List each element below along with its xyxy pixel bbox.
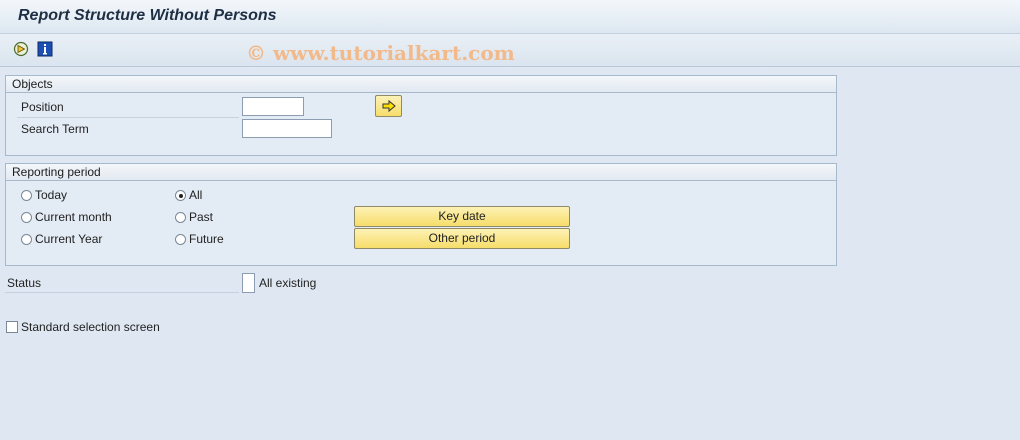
- radio-selected-dot: [178, 193, 183, 198]
- search-term-label: Search Term: [21, 122, 89, 136]
- label-underline: [5, 292, 239, 293]
- radio-all-label: All: [189, 188, 203, 202]
- position-label: Position: [21, 100, 64, 114]
- info-icon[interactable]: [37, 41, 53, 57]
- radio-future[interactable]: [175, 234, 186, 245]
- key-date-button[interactable]: Key date: [354, 206, 570, 227]
- radio-current-year[interactable]: [21, 234, 32, 245]
- radio-current-month-label: Current month: [35, 210, 112, 224]
- title-bar: Report Structure Without Persons: [0, 0, 1020, 34]
- radio-past[interactable]: [175, 212, 186, 223]
- radio-current-year-label: Current Year: [35, 232, 103, 246]
- standard-selection-checkbox[interactable]: [6, 321, 18, 333]
- radio-all[interactable]: [175, 190, 186, 201]
- radio-future-label: Future: [189, 232, 224, 246]
- application-toolbar: © www.tutorialkart.com: [0, 34, 1020, 67]
- objects-group-header: Objects: [6, 76, 836, 93]
- standard-selection-label: Standard selection screen: [21, 320, 160, 334]
- status-input[interactable]: [242, 273, 255, 293]
- status-label: Status: [7, 276, 42, 290]
- radio-today-label: Today: [35, 188, 68, 202]
- page-title: Report Structure Without Persons: [18, 7, 277, 24]
- objects-group: Objects: [5, 75, 837, 156]
- radio-current-month[interactable]: [21, 212, 32, 223]
- search-term-input[interactable]: [242, 119, 332, 138]
- position-input[interactable]: [242, 97, 304, 116]
- execute-icon[interactable]: [13, 41, 29, 57]
- arrow-right-icon: [381, 99, 397, 116]
- reporting-period-header: Reporting period: [6, 164, 836, 181]
- radio-today[interactable]: [21, 190, 32, 201]
- radio-past-label: Past: [189, 210, 214, 224]
- all-existing-label: All existing: [259, 276, 317, 290]
- other-period-button[interactable]: Other period: [354, 228, 570, 249]
- multiple-selection-button[interactable]: [375, 95, 402, 117]
- label-underline: [17, 117, 239, 118]
- watermark: © www.tutorialkart.com: [246, 41, 515, 65]
